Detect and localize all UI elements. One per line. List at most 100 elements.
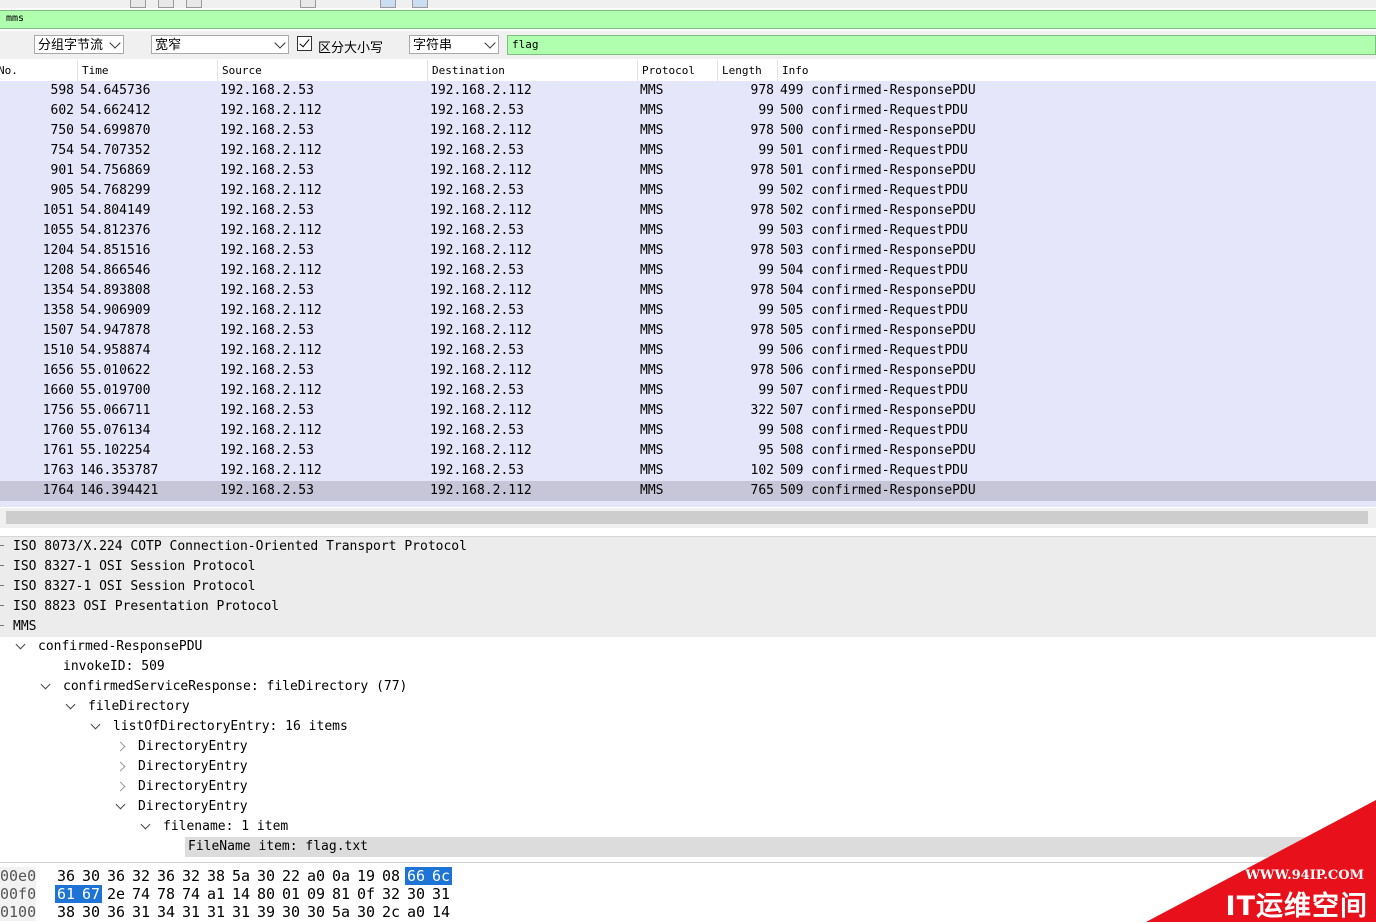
packet-row[interactable]: 1204 54.851516 192.168.2.53 192.168.2.112 MM… (0, 241, 1376, 261)
hex-byte[interactable]: 34 (155, 903, 177, 921)
hex-byte[interactable]: 30 (305, 903, 327, 921)
packet-row[interactable]: 1507 54.947878 192.168.2.53 192.168.2.112 MM… (0, 321, 1376, 341)
tree-item[interactable]: ISO 8823 OSI Presentation Protocol (0, 597, 1376, 617)
packet-row[interactable]: 1660 55.019700 192.168.2.112 192.168.2.53 MM… (0, 381, 1376, 401)
hex-byte[interactable]: 30 (255, 867, 277, 885)
hex-byte[interactable]: 36 (105, 903, 127, 921)
hex-byte[interactable]: 14 (230, 885, 252, 903)
hex-byte[interactable]: 36 (55, 867, 77, 885)
tree-item[interactable]: DirectoryEntry (0, 737, 1376, 757)
packet-row[interactable]: 1055 54.812376 192.168.2.112 192.168.2.53 MM… (0, 221, 1376, 241)
chevron-down-icon[interactable] (115, 799, 126, 810)
hex-byte[interactable]: 80 (255, 885, 277, 903)
packet-row[interactable]: 1656 55.010622 192.168.2.53 192.168.2.112 MM… (0, 361, 1376, 381)
tree-item[interactable]: invokeID: 509 (0, 657, 1376, 677)
toolbar-button-icon[interactable] (380, 0, 396, 8)
search-type-select[interactable]: 字符串 (409, 35, 499, 54)
packet-row[interactable]: 598 54.645736 192.168.2.53 192.168.2.112 MMS… (0, 81, 1376, 101)
packet-row[interactable]: 1051 54.804149 192.168.2.53 192.168.2.112 MM… (0, 201, 1376, 221)
packet-row-partial[interactable] (0, 501, 1376, 507)
tree-item[interactable]: ISO 8327-1 OSI Session Protocol (0, 577, 1376, 597)
tree-item[interactable]: ISO 8073/X.224 COTP Connection-Oriented … (0, 537, 1376, 557)
hex-byte[interactable]: 66 (405, 867, 434, 885)
hex-byte[interactable]: 0a (330, 867, 352, 885)
packet-row[interactable]: 1760 55.076134 192.168.2.112 192.168.2.53 MM… (0, 421, 1376, 441)
column-header-length[interactable]: Length (717, 60, 777, 82)
hex-byte[interactable]: 74 (130, 885, 152, 903)
column-header-time[interactable]: Time (77, 60, 217, 82)
hex-byte[interactable]: 6c (430, 867, 453, 885)
packet-row[interactable]: 1358 54.906909 192.168.2.112 192.168.2.53 MM… (0, 301, 1376, 321)
packet-row[interactable]: 901 54.756869 192.168.2.53 192.168.2.112 MMS… (0, 161, 1376, 181)
hex-byte[interactable]: 19 (355, 867, 377, 885)
tree-item[interactable]: MMS (0, 617, 1376, 637)
chevron-right-icon[interactable] (115, 761, 126, 772)
toolbar-button-icon[interactable] (130, 0, 146, 8)
tree-item[interactable]: confirmed-ResponsePDU (0, 637, 1376, 657)
hex-byte[interactable]: 09 (305, 885, 327, 903)
hex-byte[interactable]: a0 (405, 903, 427, 921)
packet-row[interactable]: 1208 54.866546 192.168.2.112 192.168.2.53 MM… (0, 261, 1376, 281)
hex-byte[interactable]: 31 (180, 903, 202, 921)
tree-item[interactable]: ISO 8327-1 OSI Session Protocol (0, 557, 1376, 577)
char-width-select[interactable]: 宽窄 (151, 35, 289, 54)
hex-byte[interactable]: a1 (205, 885, 227, 903)
display-filter-input[interactable]: mms (0, 10, 1376, 29)
packet-row[interactable]: 1763 146.353787 192.168.2.112 192.168.2.53 M… (0, 461, 1376, 481)
hex-byte[interactable]: 2e (105, 885, 127, 903)
hex-byte[interactable]: 31 (230, 903, 252, 921)
packet-list-hscrollbar[interactable] (0, 508, 1376, 528)
packet-row[interactable]: 1354 54.893808 192.168.2.53 192.168.2.112 MM… (0, 281, 1376, 301)
chevron-right-icon[interactable] (115, 781, 126, 792)
hex-byte[interactable]: 32 (380, 885, 402, 903)
hex-byte[interactable]: 38 (55, 903, 77, 921)
hex-byte[interactable]: 30 (405, 885, 427, 903)
hex-byte[interactable]: 30 (355, 903, 377, 921)
column-header-destination[interactable]: Destination (427, 60, 637, 82)
hex-byte[interactable]: 61 (55, 885, 84, 903)
chevron-right-icon[interactable] (115, 741, 126, 752)
hex-byte[interactable]: 74 (180, 885, 202, 903)
hex-byte[interactable]: 0f (355, 885, 377, 903)
case-sensitive-checkbox[interactable] (297, 36, 312, 51)
column-header-no[interactable]: No. (0, 60, 77, 82)
hex-byte[interactable]: a0 (305, 867, 327, 885)
tree-item[interactable]: DirectoryEntry (0, 757, 1376, 777)
hex-byte[interactable]: 14 (430, 903, 452, 921)
hex-byte[interactable]: 38 (205, 867, 227, 885)
chevron-down-icon[interactable] (90, 719, 101, 730)
hex-byte[interactable]: 5a (230, 867, 252, 885)
search-input[interactable]: flag (507, 35, 1376, 55)
hex-byte[interactable]: 31 (205, 903, 227, 921)
column-header-protocol[interactable]: Protocol (637, 60, 717, 82)
hex-byte[interactable]: 32 (180, 867, 202, 885)
hex-byte[interactable]: 31 (130, 903, 152, 921)
packet-row[interactable]: 602 54.662412 192.168.2.112 192.168.2.53 MMS… (0, 101, 1376, 121)
chevron-down-icon[interactable] (15, 639, 26, 650)
hex-byte[interactable]: 36 (105, 867, 127, 885)
column-header-info[interactable]: Info (777, 60, 1376, 82)
hex-byte[interactable]: 67 (80, 885, 103, 903)
hex-byte[interactable]: 81 (330, 885, 352, 903)
hex-byte[interactable]: 5a (330, 903, 352, 921)
hex-byte[interactable]: 78 (155, 885, 177, 903)
hex-byte[interactable]: 08 (380, 867, 402, 885)
hex-byte[interactable]: 30 (80, 867, 102, 885)
tree-item[interactable]: fileDirectory (0, 697, 1376, 717)
scrollbar-thumb[interactable] (6, 511, 1368, 524)
hex-byte[interactable]: 30 (80, 903, 102, 921)
hex-byte[interactable]: 31 (430, 885, 452, 903)
chevron-down-icon[interactable] (140, 819, 151, 830)
tree-item[interactable]: listOfDirectoryEntry: 16 items (0, 717, 1376, 737)
packet-row[interactable]: 754 54.707352 192.168.2.112 192.168.2.53 MMS… (0, 141, 1376, 161)
tree-item[interactable]: DirectoryEntry (0, 777, 1376, 797)
hex-byte[interactable]: 22 (280, 867, 302, 885)
packet-row[interactable]: 1510 54.958874 192.168.2.112 192.168.2.53 MM… (0, 341, 1376, 361)
column-header-source[interactable]: Source (217, 60, 427, 82)
packet-row[interactable]: 1756 55.066711 192.168.2.53 192.168.2.112 MM… (0, 401, 1376, 421)
chevron-down-icon[interactable] (65, 699, 76, 710)
packet-row[interactable]: 750 54.699870 192.168.2.53 192.168.2.112 MMS… (0, 121, 1376, 141)
chevron-down-icon[interactable] (40, 679, 51, 690)
packet-row[interactable]: 1764 146.394421 192.168.2.53 192.168.2.112 M… (0, 481, 1376, 501)
search-in-select[interactable]: 分组字节流 (34, 35, 124, 54)
